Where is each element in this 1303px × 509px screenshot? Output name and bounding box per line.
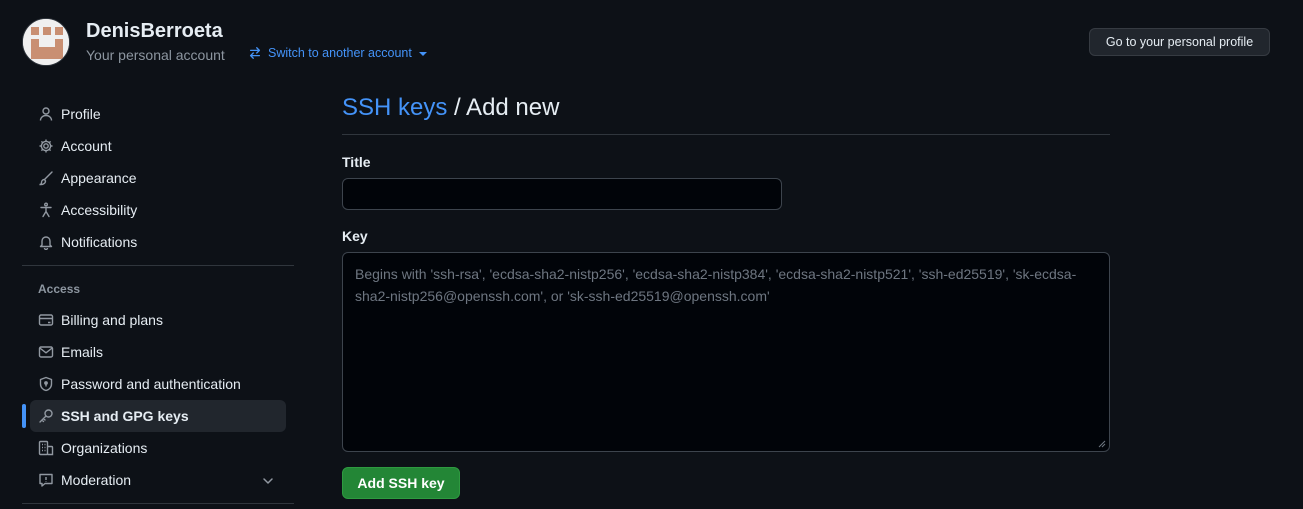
sidebar-item-label: Emails — [61, 344, 104, 360]
sidebar-item-label: Accessibility — [61, 202, 138, 218]
resize-handle-icon[interactable] — [1098, 440, 1106, 448]
sidebar-item-password-authentication[interactable]: Password and authentication — [30, 368, 286, 400]
switch-account-label: Switch to another account — [268, 46, 412, 60]
breadcrumb-ssh-keys-link[interactable]: SSH keys — [342, 94, 447, 121]
active-indicator — [22, 404, 26, 428]
caret-down-icon — [418, 51, 427, 56]
arrow-switch-icon — [248, 46, 262, 60]
account-subtitle: Your personal account — [86, 47, 225, 63]
sidebar-item-organizations[interactable]: Organizations — [30, 432, 286, 464]
sidebar-item-label: SSH and GPG keys — [61, 408, 189, 424]
sidebar-item-ssh-gpg-keys[interactable]: SSH and GPG keys — [30, 400, 286, 432]
breadcrumb-current: / Add new — [454, 94, 560, 121]
sidebar-item-label: Profile — [61, 106, 101, 122]
person-icon — [38, 106, 54, 122]
key-label: Key — [342, 228, 368, 244]
sidebar-section-access: Access — [38, 282, 81, 296]
sidebar-item-label: Appearance — [61, 170, 137, 186]
go-to-profile-button[interactable]: Go to your personal profile — [1089, 28, 1270, 56]
accessibility-icon — [38, 202, 54, 218]
title-label: Title — [342, 154, 371, 170]
credit-card-icon — [38, 312, 54, 328]
sidebar-item-label: Account — [61, 138, 112, 154]
sidebar-item-label: Password and authentication — [61, 376, 241, 392]
sidebar-item-label: Notifications — [61, 234, 138, 250]
sidebar-divider — [22, 503, 294, 504]
paintbrush-icon — [38, 170, 54, 186]
sidebar-item-billing[interactable]: Billing and plans — [30, 304, 286, 336]
bell-icon — [38, 234, 54, 250]
title-input[interactable] — [342, 178, 782, 210]
identicon-icon — [23, 19, 69, 65]
sidebar-item-accessibility[interactable]: Accessibility — [30, 194, 286, 226]
sidebar-item-label: Moderation — [61, 472, 132, 488]
sidebar-item-profile[interactable]: Profile — [30, 98, 286, 130]
sidebar-item-notifications[interactable]: Notifications — [30, 226, 286, 258]
sidebar-item-moderation[interactable]: Moderation — [30, 464, 286, 496]
shield-lock-icon — [38, 376, 54, 392]
key-textarea[interactable]: Begins with 'ssh-rsa', 'ecdsa-sha2-nistp… — [342, 252, 1110, 452]
account-username: DenisBerroeta — [86, 20, 223, 42]
sidebar-item-label: Organizations — [61, 440, 148, 456]
switch-account-link[interactable]: Switch to another account — [248, 46, 427, 60]
add-ssh-key-button[interactable]: Add SSH key — [342, 467, 460, 499]
chevron-down-icon — [262, 475, 274, 487]
sidebar-divider — [22, 265, 294, 266]
title-divider — [342, 134, 1110, 135]
key-placeholder: Begins with 'ssh-rsa', 'ecdsa-sha2-nistp… — [355, 266, 1077, 304]
avatar[interactable] — [22, 18, 70, 66]
sidebar-item-label: Billing and plans — [61, 312, 163, 328]
gear-icon — [38, 138, 54, 154]
sidebar-item-account[interactable]: Account — [30, 130, 286, 162]
key-icon — [38, 408, 54, 424]
organization-icon — [38, 440, 54, 456]
page-title: SSH keys / Add new — [342, 94, 559, 122]
mail-icon — [38, 344, 54, 360]
report-icon — [38, 472, 54, 488]
sidebar-item-emails[interactable]: Emails — [30, 336, 286, 368]
sidebar-item-appearance[interactable]: Appearance — [30, 162, 286, 194]
